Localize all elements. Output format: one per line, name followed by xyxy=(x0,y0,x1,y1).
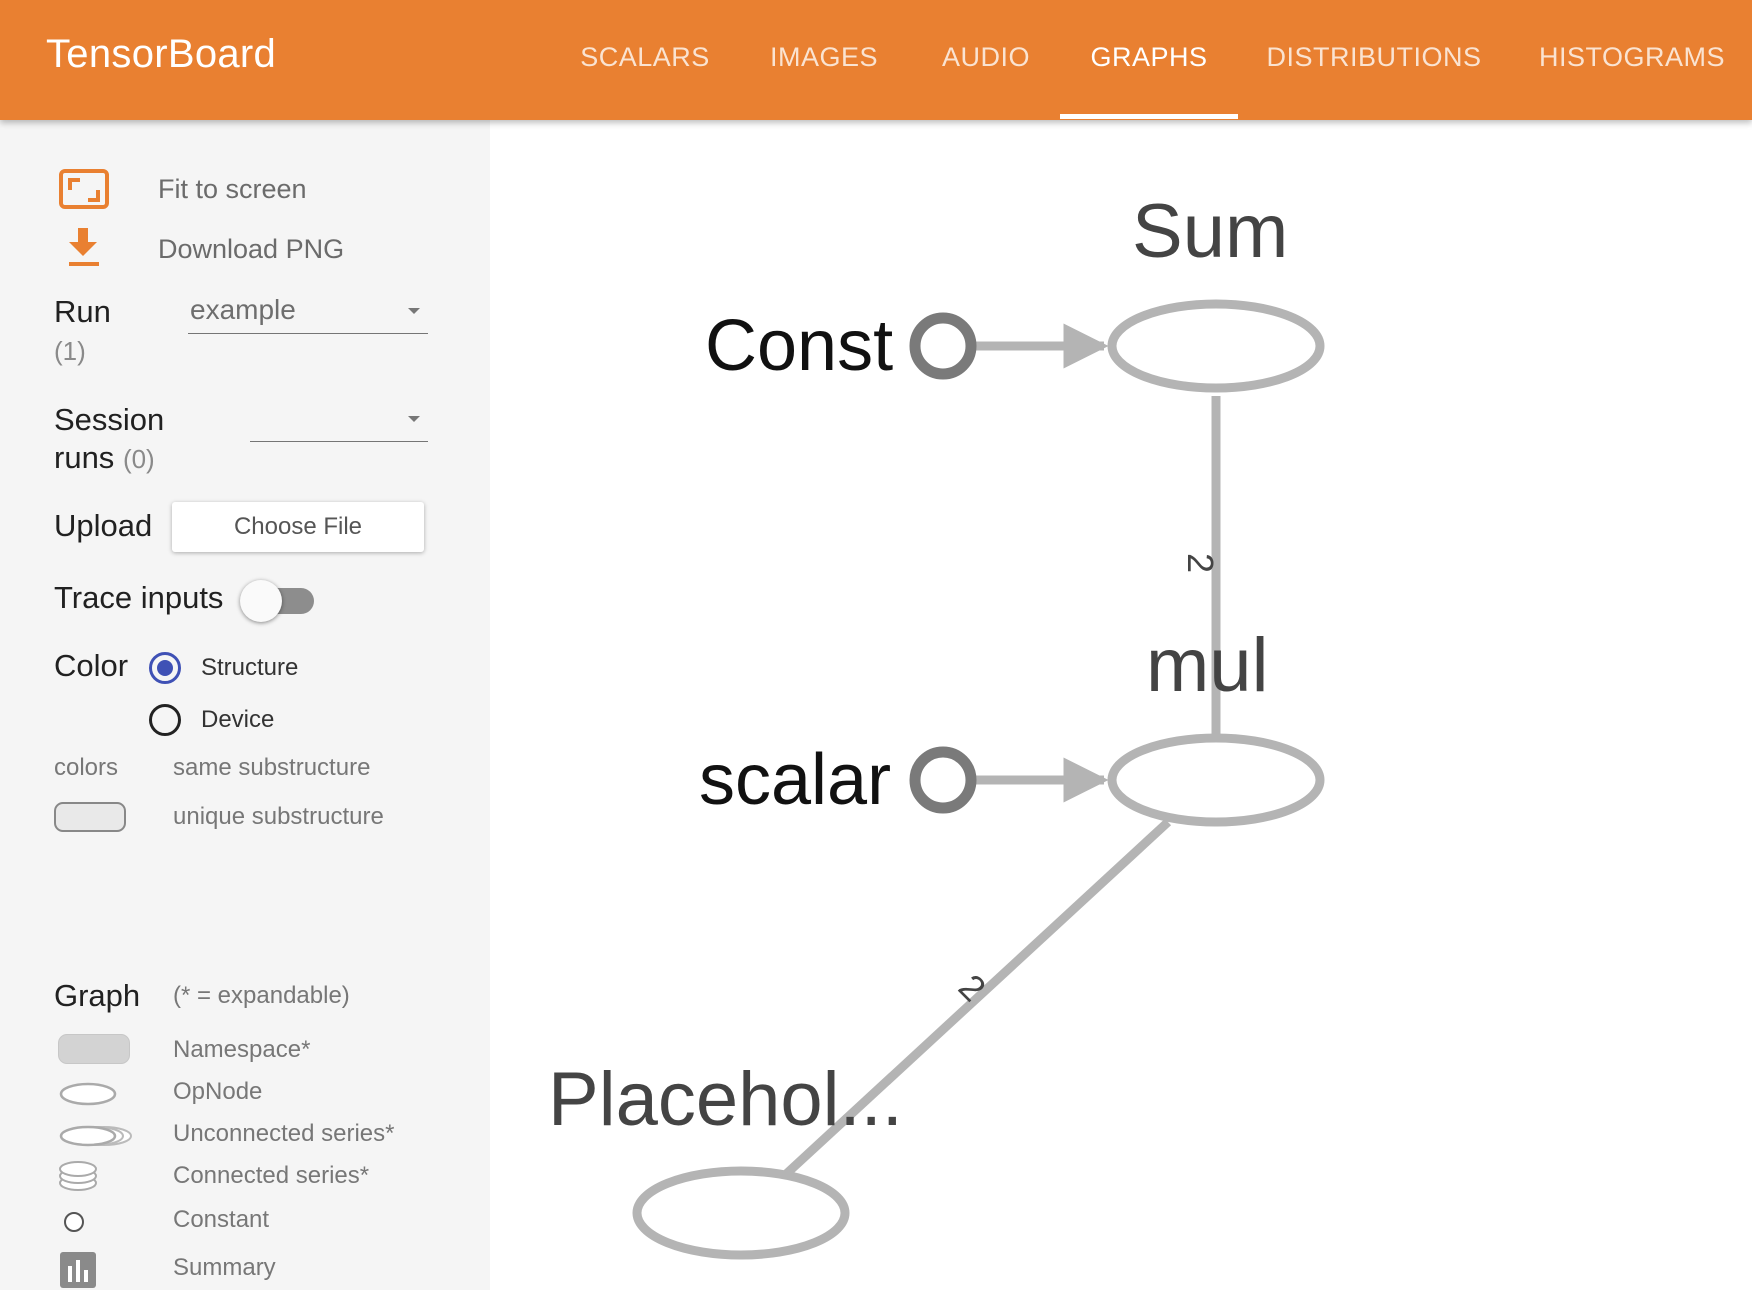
download-icon[interactable] xyxy=(66,226,102,268)
node-label-mul: mul xyxy=(1146,623,1269,708)
expandable-hint: (* = expandable) xyxy=(173,982,350,1009)
structure-radio[interactable] xyxy=(149,652,181,684)
session-runs-count: (0) xyxy=(122,444,155,474)
device-option-label: Device xyxy=(201,706,275,733)
unique-substructure-swatch xyxy=(54,802,126,832)
tab-images[interactable]: IMAGES xyxy=(754,0,894,120)
node-label-sum: Sum xyxy=(1132,189,1289,274)
connected-series-icon xyxy=(59,1161,97,1191)
run-label: Run xyxy=(54,294,111,329)
legend-unconnected-series: Unconnected series* xyxy=(173,1120,395,1147)
top-app-bar: TensorBoard SCALARS IMAGES AUDIO GRAPHS … xyxy=(0,0,1752,120)
legend-namespace: Namespace* xyxy=(173,1036,311,1063)
structure-option-label: Structure xyxy=(201,654,299,681)
app-title: TensorBoard xyxy=(46,32,277,76)
upload-label: Upload xyxy=(54,508,153,543)
legend-opnode: OpNode xyxy=(173,1078,263,1105)
graph-legend-label: Graph xyxy=(54,978,141,1013)
fit-to-screen-button[interactable]: Fit to screen xyxy=(158,174,307,205)
legend-constant: Constant xyxy=(173,1206,270,1233)
colors-label: colors xyxy=(54,754,119,781)
tab-scalars[interactable]: SCALARS xyxy=(565,0,725,120)
chevron-down-icon xyxy=(408,416,420,422)
session-runs-label-word: runs xyxy=(54,440,115,475)
node-label-const: Const xyxy=(705,306,894,386)
constant-icon xyxy=(64,1212,84,1232)
trace-inputs-label: Trace inputs xyxy=(54,580,224,615)
legend-summary: Summary xyxy=(173,1254,276,1281)
graph-canvas[interactable]: Sum mul Placehol... Const scalar 2 2 xyxy=(490,120,1752,1290)
active-tab-indicator xyxy=(1060,114,1238,119)
tab-histograms[interactable]: HISTOGRAMS xyxy=(1532,0,1732,120)
node-label-scalar: scalar xyxy=(699,740,892,820)
download-png-button[interactable]: Download PNG xyxy=(158,234,344,265)
node-const[interactable] xyxy=(909,312,977,380)
chevron-down-icon xyxy=(408,308,420,314)
session-runs-label: Session xyxy=(54,402,165,437)
node-sum[interactable] xyxy=(1107,299,1325,393)
run-count: (1) xyxy=(54,336,86,366)
edge-label-mul-to-sum: 2 xyxy=(1180,552,1222,574)
namespace-icon xyxy=(58,1034,130,1064)
opnode-icon xyxy=(59,1082,117,1106)
device-radio[interactable] xyxy=(149,704,181,736)
unique-substructure-label: unique substructure xyxy=(173,803,384,830)
trace-inputs-toggle[interactable] xyxy=(240,580,282,622)
fit-to-screen-icon[interactable] xyxy=(58,168,110,210)
radio-dot xyxy=(157,660,173,676)
sidebar: Fit to screen Download PNG Run (1) examp… xyxy=(0,120,490,1290)
run-dropdown[interactable]: example xyxy=(188,290,428,334)
legend-connected-series: Connected series* xyxy=(173,1162,370,1189)
tab-audio[interactable]: AUDIO xyxy=(926,0,1046,120)
node-scalar[interactable] xyxy=(909,746,977,814)
color-label: Color xyxy=(54,648,129,683)
unconnected-series-icon xyxy=(59,1125,132,1147)
node-mul[interactable] xyxy=(1107,733,1325,827)
session-runs-dropdown[interactable] xyxy=(250,398,428,442)
node-label-placeholder: Placehol... xyxy=(548,1057,903,1142)
run-dropdown-value: example xyxy=(190,294,296,325)
session-runs-label-line2: runs (0) xyxy=(54,440,155,476)
node-placeholder[interactable] xyxy=(632,1166,850,1260)
choose-file-button[interactable]: Choose File xyxy=(172,502,424,552)
tab-graphs[interactable]: GRAPHS xyxy=(1060,0,1238,120)
same-substructure-label: same substructure xyxy=(173,754,371,781)
tab-distributions[interactable]: DISTRIBUTIONS xyxy=(1262,0,1486,120)
summary-icon xyxy=(60,1252,96,1288)
